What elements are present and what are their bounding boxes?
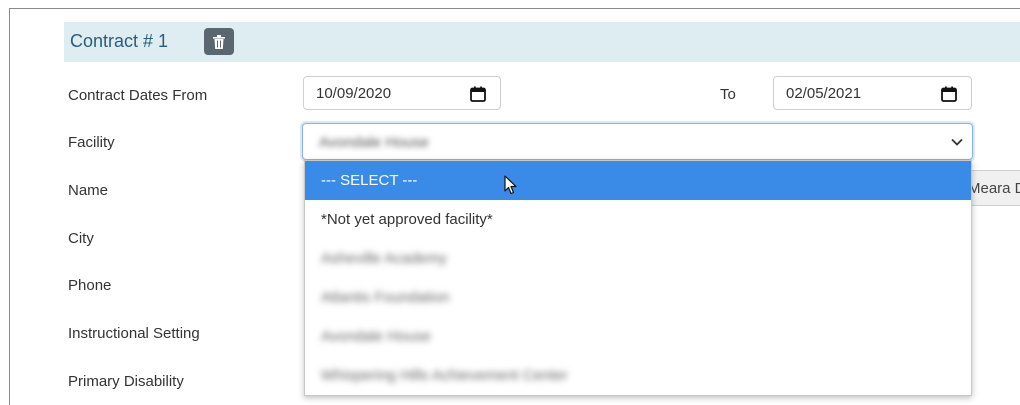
trash-icon [213,34,225,49]
instructional-setting-label: Instructional Setting [68,325,200,342]
window-border-left [9,8,10,405]
facility-label: Facility [68,134,115,151]
delete-contract-button[interactable] [204,28,234,55]
chevron-down-icon [951,138,963,146]
phone-label: Phone [68,277,112,294]
option-label: Whispering Hills Achievement Center [321,367,568,384]
facility-selected-value: Avondale House [319,134,429,151]
option-label: --- SELECT --- [321,172,418,189]
contract-header: Contract # 1 [64,22,1020,62]
to-date-input[interactable]: 02/05/2021 [773,76,972,110]
city-label: City [68,230,94,247]
name-field-value: Meara D [968,180,1020,197]
window-border-top [9,8,1020,9]
dropdown-option[interactable]: Avondale House [305,317,971,356]
contract-dates-label: Contract Dates From [68,87,208,104]
primary-disability-label: Primary Disability [68,373,184,390]
option-label: Atlantis Foundation [321,289,450,306]
dropdown-option[interactable]: Atlantis Foundation [305,278,971,317]
contract-title: Contract # 1 [70,31,169,51]
to-label: To [720,86,736,103]
dropdown-option[interactable]: Whispering Hills Achievement Center [305,356,971,395]
name-label: Name [68,182,109,199]
calendar-icon[interactable] [941,86,957,102]
option-label: *Not yet approved facility* [321,211,493,228]
calendar-icon[interactable] [470,86,486,102]
dropdown-option-select[interactable]: --- SELECT --- [305,161,971,200]
from-date-input[interactable]: 10/09/2020 [303,76,501,110]
option-label: Asheville Academy [321,250,447,267]
facility-select[interactable]: Avondale House [302,123,973,160]
dropdown-option[interactable]: Asheville Academy [305,239,971,278]
option-label: Avondale House [321,328,431,345]
mouse-cursor-icon [504,175,517,195]
dropdown-option-not-approved[interactable]: *Not yet approved facility* [305,200,971,239]
facility-dropdown-list: --- SELECT --- *Not yet approved facilit… [304,160,972,396]
to-date-value: 02/05/2021 [786,85,862,102]
from-date-value: 10/09/2020 [316,85,392,102]
